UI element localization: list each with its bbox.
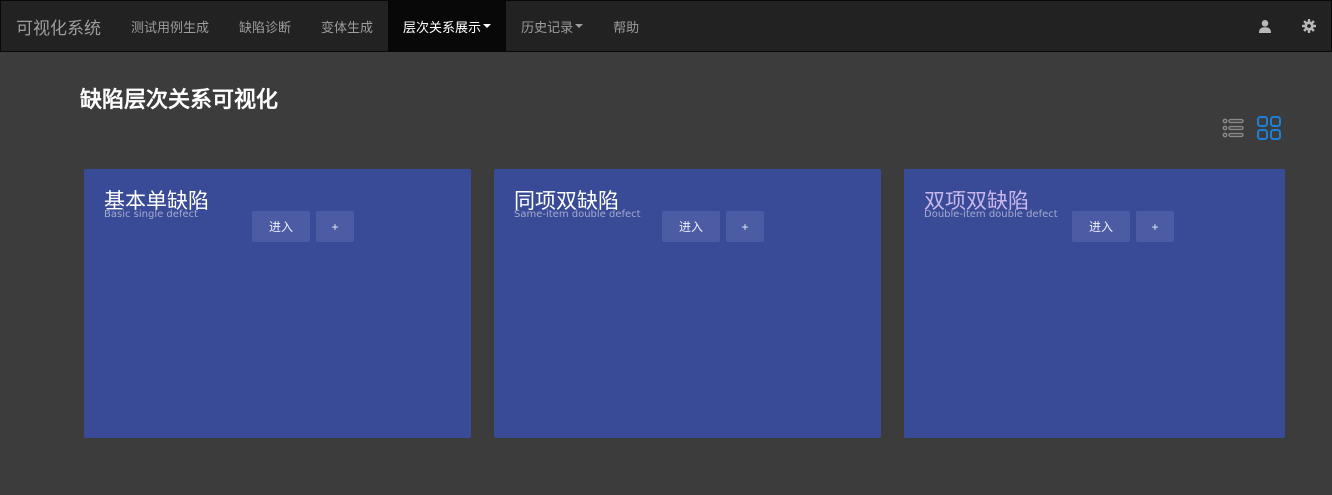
card-subtitle: Basic single defect [104,209,199,220]
nav-variant-generation[interactable]: 变体生成 [306,1,388,51]
nav-label: 历史记录 [521,20,574,36]
gear-icon[interactable] [1287,1,1331,51]
card-subtitle: Same-item double defect [514,209,641,220]
user-icon[interactable] [1243,1,1287,51]
nav-hierarchy-display[interactable]: 层次关系展示 [388,1,507,51]
navbar-right [1243,1,1331,51]
enter-button[interactable]: 进入 [252,211,310,242]
nav-defect-diagnosis[interactable]: 缺陷诊断 [224,1,306,51]
nav-label: 变体生成 [321,20,374,36]
nav-help[interactable]: 帮助 [598,1,654,51]
nav-history[interactable]: 历史记录 [506,1,598,51]
nav-label: 帮助 [613,20,640,36]
nav-label: 缺陷诊断 [239,20,292,36]
add-button[interactable]: + [1136,211,1174,242]
card-subtitle: Double-item double defect [924,209,1058,220]
page-title: 缺陷层次关系可视化 [80,88,279,113]
add-button[interactable]: + [726,211,764,242]
nav-test-case-generation[interactable]: 测试用例生成 [116,1,224,51]
caret-down-icon [575,24,584,28]
view-toggle [1220,115,1282,141]
enter-button[interactable]: 进入 [662,211,720,242]
caret-down-icon [483,24,492,28]
brand-title[interactable]: 可视化系统 [1,1,116,51]
grid-icon[interactable] [1256,115,1282,141]
defect-card-same-item-double: 同项双缺陷 Same-item double defect 进入 + [494,169,881,438]
enter-button[interactable]: 进入 [1072,211,1130,242]
nav-label: 测试用例生成 [131,20,210,36]
list-icon[interactable] [1220,115,1246,141]
add-button[interactable]: + [316,211,354,242]
defect-card-basic-single: 基本单缺陷 Basic single defect 进入 + [84,169,471,438]
defect-card-double-item-double: 双项双缺陷 Double-item double defect 进入 + [904,169,1285,438]
nav-label: 层次关系展示 [403,20,482,36]
top-navbar: 可视化系统 测试用例生成 缺陷诊断 变体生成 层次关系展示 历史记录 帮助 [0,0,1332,52]
